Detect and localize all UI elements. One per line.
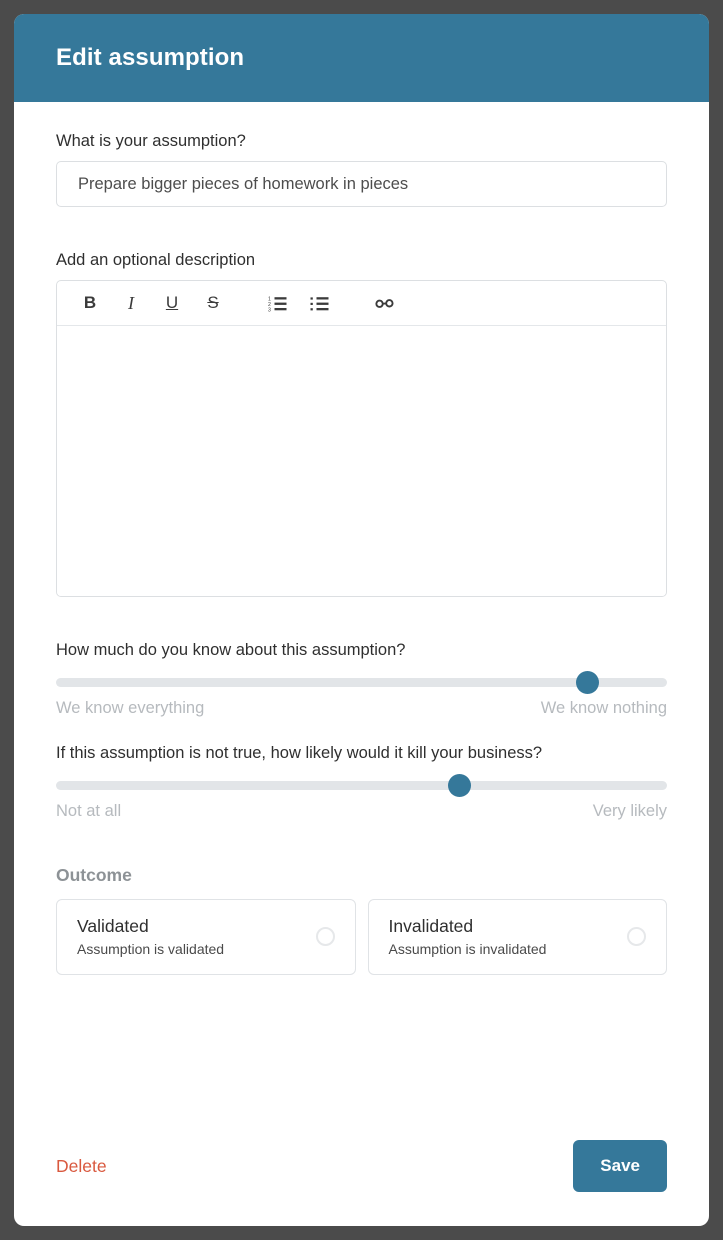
radio-icon-invalidated[interactable] xyxy=(627,927,646,946)
unordered-list-icon[interactable] xyxy=(304,288,334,318)
knowledge-slider-thumb[interactable] xyxy=(576,671,600,694)
svg-text:3: 3 xyxy=(268,307,271,312)
page-title: Edit assumption xyxy=(56,44,245,71)
underline-icon[interactable]: U xyxy=(157,288,187,318)
outcome-option-invalidated[interactable]: Invalidated Assumption is invalidated xyxy=(367,899,667,975)
risk-slider[interactable] xyxy=(56,774,667,797)
outcome-section-title: Outcome xyxy=(56,865,132,885)
outcome-options: Validated Assumption is validated Invali… xyxy=(56,899,667,975)
knowledge-slider-label: How much do you know about this assumpti… xyxy=(56,641,406,659)
italic-icon[interactable]: I xyxy=(116,288,146,318)
outcome-option-description: Assumption is validated xyxy=(77,941,225,957)
knowledge-slider[interactable] xyxy=(56,671,667,694)
description-textarea[interactable] xyxy=(57,326,666,596)
modal-backdrop: Edit assumption What is your assumption?… xyxy=(0,0,723,1240)
risk-slider-track[interactable] xyxy=(56,781,667,790)
knowledge-slider-left-label: We know everything xyxy=(56,699,205,717)
outcome-option-name: Invalidated xyxy=(388,916,474,936)
risk-slider-right-label: Very likely xyxy=(592,802,667,820)
modal-body: What is your assumption? Add an optional… xyxy=(14,102,709,1106)
strikethrough-icon[interactable]: S xyxy=(198,288,228,318)
risk-slider-endlabels: Not at all Very likely xyxy=(56,802,667,821)
modal-header: Edit assumption xyxy=(14,14,709,102)
knowledge-slider-right-label: We know nothing xyxy=(540,699,667,717)
risk-slider-thumb[interactable] xyxy=(447,774,471,797)
link-icon[interactable] xyxy=(369,288,399,318)
description-editor: B I U S 1 2 3 xyxy=(56,280,667,597)
outcome-option-description: Assumption is invalidated xyxy=(388,941,547,957)
delete-button[interactable]: Delete xyxy=(56,1156,107,1177)
assumption-label: What is your assumption? xyxy=(56,132,246,150)
editor-toolbar: B I U S 1 2 3 xyxy=(57,281,666,326)
outcome-option-name: Validated xyxy=(77,916,149,936)
ordered-list-icon[interactable]: 1 2 3 xyxy=(262,288,292,318)
description-label: Add an optional description xyxy=(56,251,256,269)
outcome-option-validated[interactable]: Validated Assumption is validated xyxy=(56,899,356,975)
edit-assumption-modal: Edit assumption What is your assumption?… xyxy=(14,14,709,1226)
risk-slider-left-label: Not at all xyxy=(56,802,122,820)
knowledge-slider-endlabels: We know everything We know nothing xyxy=(56,699,667,718)
bold-icon[interactable]: B xyxy=(75,288,105,318)
modal-footer: Delete Save xyxy=(14,1106,709,1226)
risk-slider-label: If this assumption is not true, how like… xyxy=(56,744,543,762)
radio-icon-validated[interactable] xyxy=(315,927,335,946)
assumption-input[interactable] xyxy=(56,161,667,207)
save-button[interactable]: Save xyxy=(573,1140,667,1192)
